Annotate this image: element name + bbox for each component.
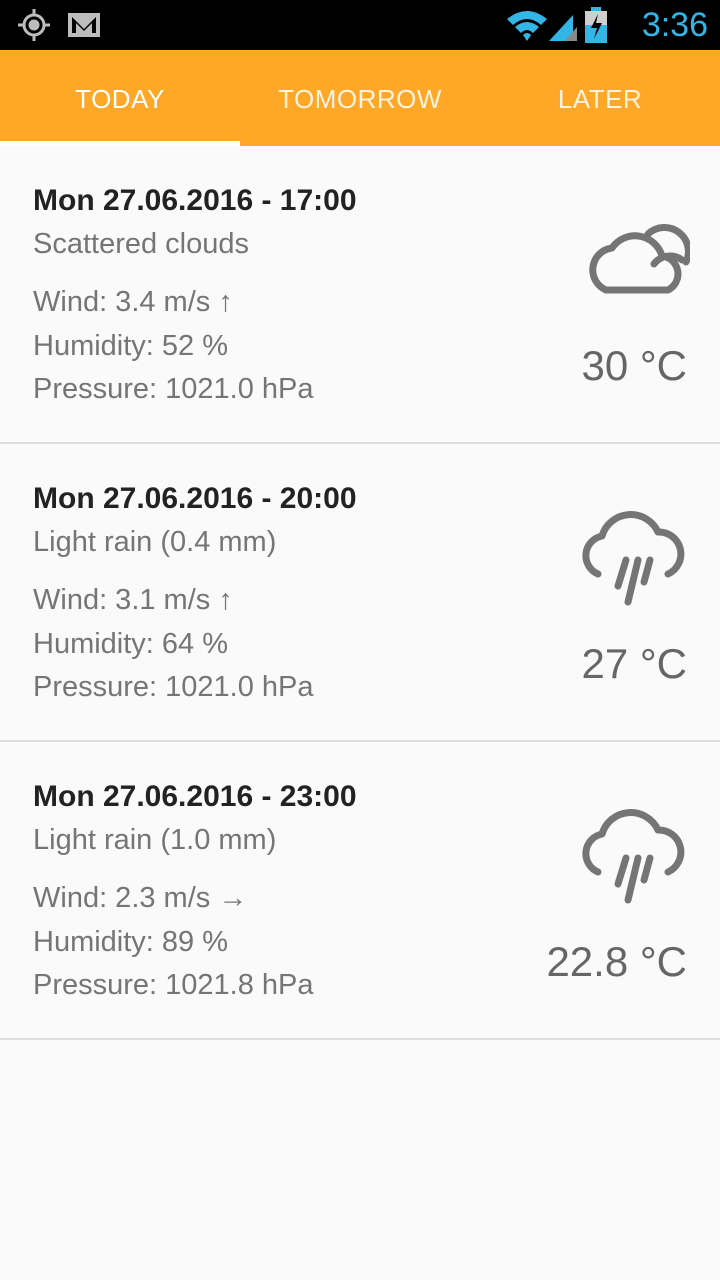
forecast-wind: Wind: 3.1 m/s ↑ xyxy=(33,584,233,616)
forecast-description: Scattered clouds xyxy=(33,228,250,260)
forecast-wind: Wind: 2.3 m/s → xyxy=(33,882,248,914)
forecast-description: Light rain (0.4 mm) xyxy=(33,526,277,558)
location-icon xyxy=(18,9,50,41)
forecast-date: Mon 27.06.2016 - 23:00 xyxy=(33,780,357,813)
forecast-list: Mon 27.06.2016 - 17:00 Scattered clouds … xyxy=(0,146,720,1040)
forecast-humidity: Humidity: 89 % xyxy=(33,926,229,958)
forecast-item[interactable]: Mon 27.06.2016 - 20:00 Light rain (0.4 m… xyxy=(0,444,720,742)
tab-today[interactable]: TODAY xyxy=(0,50,240,146)
wifi-icon xyxy=(507,11,547,41)
forecast-date: Mon 27.06.2016 - 17:00 xyxy=(33,184,357,217)
forecast-description: Light rain (1.0 mm) xyxy=(33,824,277,856)
forecast-temperature: 27 °C xyxy=(581,640,687,687)
cloud-icon xyxy=(589,224,690,294)
status-icons-left xyxy=(18,9,100,41)
status-bar: 3:36 xyxy=(0,0,720,50)
battery-charging-icon xyxy=(585,7,607,43)
forecast-humidity: Humidity: 52 % xyxy=(33,330,229,362)
forecast-humidity: Humidity: 64 % xyxy=(33,628,229,660)
rain-icon xyxy=(582,809,685,904)
forecast-pressure: Pressure: 1021.0 hPa xyxy=(33,671,314,703)
forecast-pressure: Pressure: 1021.8 hPa xyxy=(33,969,314,1001)
forecast-item[interactable]: Mon 27.06.2016 - 17:00 Scattered clouds … xyxy=(0,146,720,444)
tab-bar: TODAY TOMORROW LATER xyxy=(0,50,720,146)
status-icons-right xyxy=(507,7,607,43)
status-time: 3:36 xyxy=(641,6,708,44)
forecast-item[interactable]: Mon 27.06.2016 - 23:00 Light rain (1.0 m… xyxy=(0,742,720,1040)
forecast-wind: Wind: 3.4 m/s ↑ xyxy=(33,286,233,318)
tab-tomorrow[interactable]: TOMORROW xyxy=(240,50,480,146)
forecast-date: Mon 27.06.2016 - 20:00 xyxy=(33,482,357,515)
forecast-temperature: 30 °C xyxy=(581,342,687,389)
tab-later[interactable]: LATER xyxy=(480,50,720,146)
signal-icon xyxy=(549,15,577,41)
forecast-pressure: Pressure: 1021.0 hPa xyxy=(33,373,314,405)
forecast-temperature: 22.8 °C xyxy=(546,938,687,985)
rain-icon xyxy=(582,511,685,606)
gmail-icon xyxy=(68,13,100,37)
